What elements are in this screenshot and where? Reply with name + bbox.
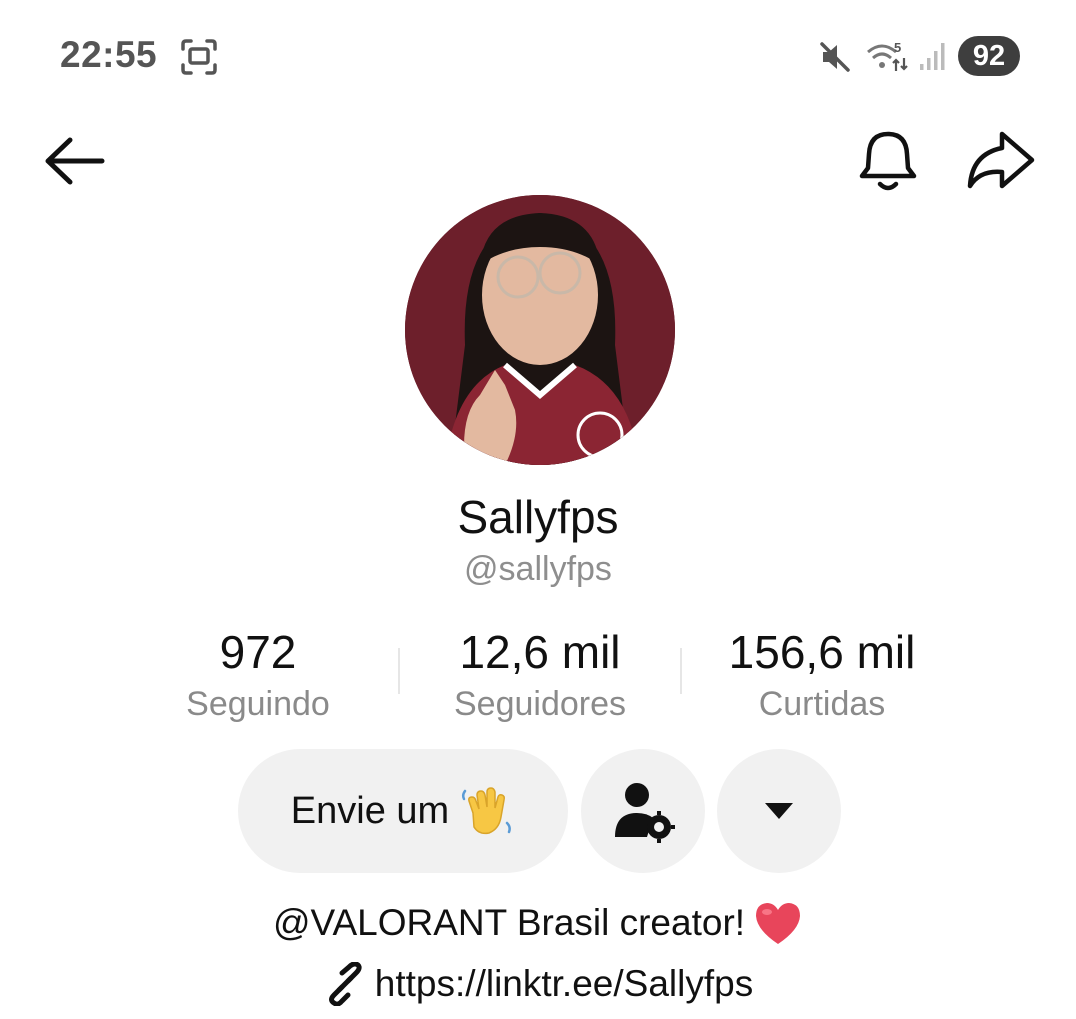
stat-followers[interactable]: 12,6 mil Seguidores xyxy=(400,624,680,724)
battery-icon: 92 xyxy=(958,36,1020,76)
stat-likes: 156,6 mil Curtidas xyxy=(682,624,962,724)
stat-following[interactable]: 972 Seguindo xyxy=(118,624,398,724)
profile-handle: @sallyfps xyxy=(464,550,612,588)
profile-bio: @VALORANT Brasil creator! xyxy=(0,900,1076,946)
back-arrow-icon[interactable] xyxy=(40,128,110,194)
status-time: 22:55 xyxy=(60,34,158,75)
more-options-button[interactable] xyxy=(717,749,841,873)
wifi-icon: 5 xyxy=(867,40,908,71)
user-settings-button[interactable] xyxy=(581,749,705,873)
stat-label: Seguidores xyxy=(453,685,626,723)
wifi-badge: 5 xyxy=(894,40,901,55)
dropdown-triangle-icon xyxy=(765,803,793,819)
screenshot-icon xyxy=(181,39,217,75)
stat-value: 12,6 mil xyxy=(459,626,621,678)
signal-icon xyxy=(920,43,945,70)
profile-display-name: Sallyfps xyxy=(457,491,619,543)
stat-label: Curtidas xyxy=(758,685,886,723)
stat-value: 972 xyxy=(219,626,297,678)
profile-link[interactable]: https://linktr.ee/Sallyfps xyxy=(0,962,1076,1006)
send-wave-label: Envie um xyxy=(290,789,450,832)
mute-icon xyxy=(820,42,850,72)
link-text[interactable]: https://linktr.ee/Sallyfps xyxy=(375,963,753,1005)
share-icon[interactable] xyxy=(962,126,1038,196)
stat-label: Seguindo xyxy=(186,685,330,723)
bio-text: @VALORANT Brasil creator! xyxy=(272,902,746,943)
link-icon xyxy=(328,962,362,1006)
bell-icon[interactable] xyxy=(852,124,924,196)
profile-avatar[interactable] xyxy=(405,195,675,465)
stat-value: 156,6 mil xyxy=(728,626,916,678)
heart-icon xyxy=(756,903,801,944)
waving-hand-icon xyxy=(462,787,512,835)
user-settings-icon xyxy=(615,783,675,843)
send-wave-button[interactable]: Envie um xyxy=(238,749,568,873)
